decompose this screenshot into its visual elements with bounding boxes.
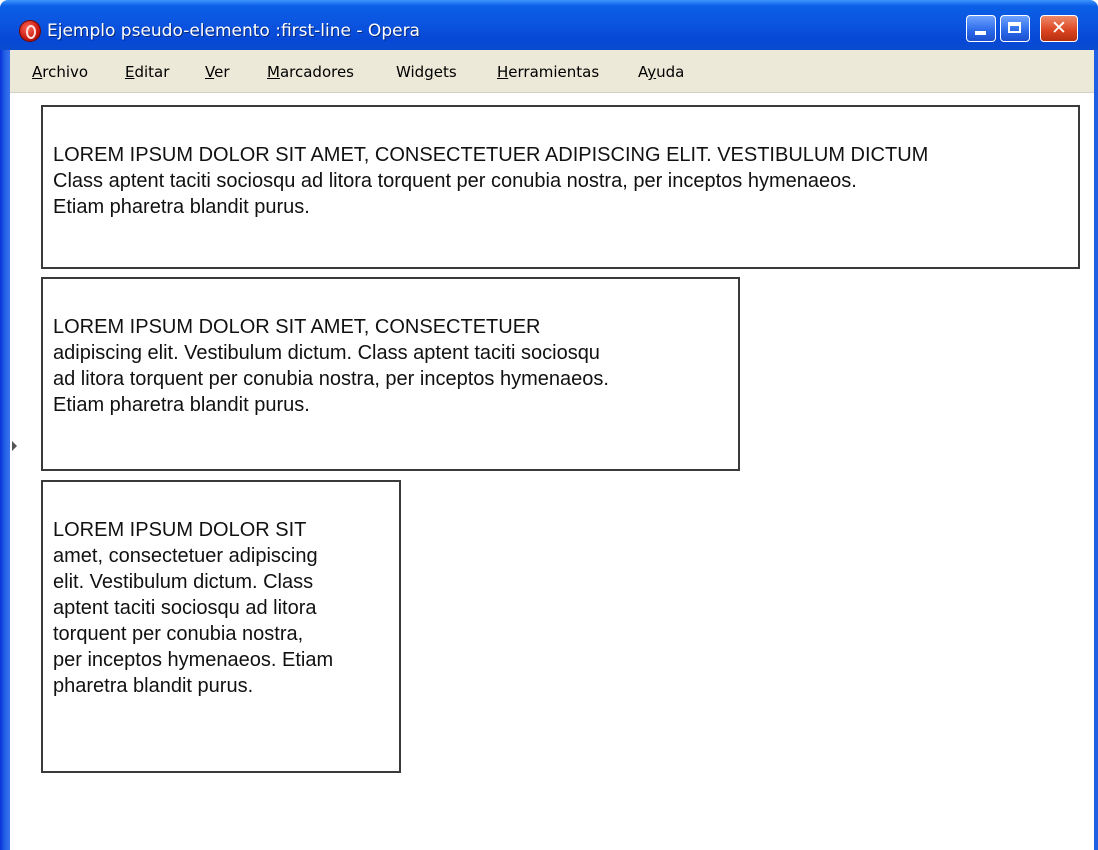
- menu-item-marcadores[interactable]: Marcadores: [267, 63, 354, 81]
- window-title: Ejemplo pseudo-elemento :first-line - Op…: [47, 21, 420, 41]
- close-button[interactable]: ✕: [1040, 15, 1078, 42]
- text-line: adipiscing elit. Vestibulum dictum. Clas…: [53, 342, 600, 364]
- opera-logo-icon[interactable]: [19, 20, 41, 42]
- paragraph: LOREM IPSUM DOLOR SIT AMET, CONSECTETUER…: [53, 314, 728, 418]
- title-bar[interactable]: Ejemplo pseudo-elemento :first-line - Op…: [0, 0, 1098, 50]
- first-line: LOREM IPSUM DOLOR SIT: [53, 519, 307, 541]
- text-line: Etiam pharetra blandit purus.: [53, 196, 310, 218]
- paragraph-box-wide: LOREM IPSUM DOLOR SIT AMET, CONSECTETUER…: [41, 105, 1080, 269]
- maximize-icon: [1001, 16, 1029, 41]
- paragraph-box-medium: LOREM IPSUM DOLOR SIT AMET, CONSECTETUER…: [41, 277, 740, 471]
- text-line: Class aptent taciti sociosqu ad litora t…: [53, 170, 857, 192]
- text-line: elit. Vestibulum dictum. Class: [53, 571, 314, 593]
- first-line: LOREM IPSUM DOLOR SIT AMET, CONSECTETUER: [53, 316, 541, 338]
- window-frame-right: [1094, 50, 1098, 850]
- text-line: ad litora torquent per conubia nostra, p…: [53, 368, 609, 390]
- menu-bar: Archivo Editar Ver Marcadores Widgets He…: [10, 50, 1094, 93]
- menu-item-ayuda[interactable]: Ayuda: [638, 63, 684, 81]
- first-line: LOREM IPSUM DOLOR SIT AMET, CONSECTETUER…: [53, 144, 929, 166]
- menu-item-archivo[interactable]: Archivo: [32, 63, 88, 81]
- menu-item-editar[interactable]: Editar: [125, 63, 169, 81]
- text-line: amet, consectetuer adipiscing: [53, 545, 318, 567]
- paragraph: LOREM IPSUM DOLOR SIT AMET, CONSECTETUER…: [53, 142, 1068, 220]
- panel-toggle-arrow-icon[interactable]: [12, 441, 17, 451]
- menu-item-widgets[interactable]: Widgets: [396, 63, 457, 81]
- window-frame-left: [0, 50, 10, 850]
- text-line: per inceptos hymenaeos. Etiam: [53, 649, 334, 671]
- minimize-icon: [967, 16, 995, 41]
- paragraph-box-narrow: LOREM IPSUM DOLOR SIT amet, consectetuer…: [41, 480, 401, 773]
- minimize-button[interactable]: [966, 15, 996, 42]
- menu-item-herramientas[interactable]: Herramientas: [497, 63, 599, 81]
- browser-window: Ejemplo pseudo-elemento :first-line - Op…: [0, 0, 1098, 850]
- text-line: Etiam pharetra blandit purus.: [53, 394, 310, 416]
- maximize-button[interactable]: [1000, 15, 1030, 42]
- menu-item-ver[interactable]: Ver: [205, 63, 230, 81]
- paragraph: LOREM IPSUM DOLOR SIT amet, consectetuer…: [53, 517, 389, 699]
- text-line: torquent per conubia nostra,: [53, 623, 304, 645]
- text-line: aptent taciti sociosqu ad litora: [53, 597, 317, 619]
- close-icon: ✕: [1051, 17, 1067, 39]
- text-line: pharetra blandit purus.: [53, 675, 254, 697]
